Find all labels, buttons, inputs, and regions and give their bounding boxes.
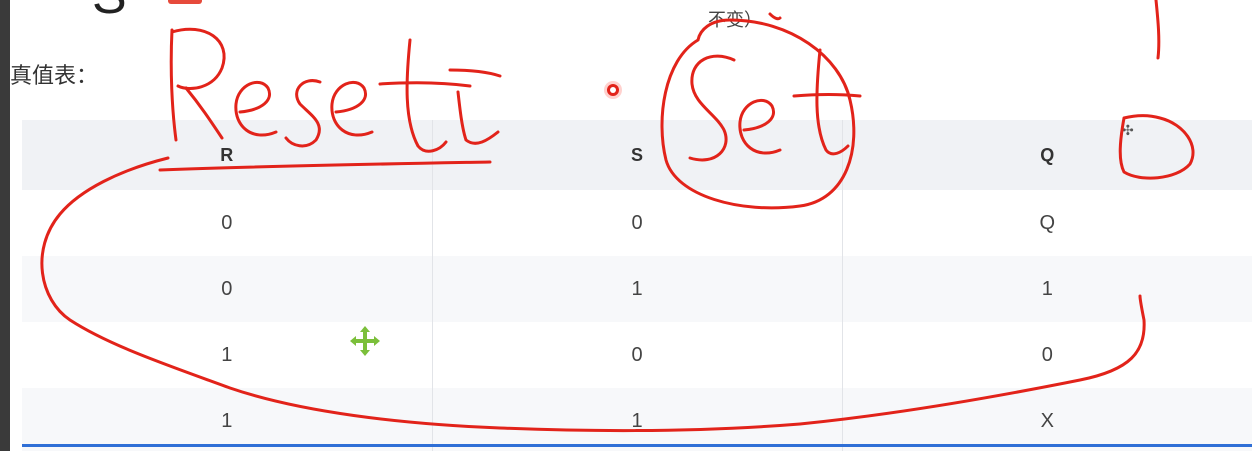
column-header-q: Q [1040,144,1055,165]
table-row: 0 1 1 [22,256,1252,322]
move-arrows-icon [348,324,382,358]
left-window-edge [0,0,10,451]
header-letter: S [92,0,127,26]
record-dot-icon [603,80,623,100]
table-cell: 1 [22,388,433,451]
table-row: 1 0 0 [22,322,1252,388]
table-cell: 0 [432,322,843,388]
table-row: 0 0 Q [22,190,1252,256]
table-cell: 0 [22,190,433,256]
column-header-r: R [22,120,433,190]
note-tick-annotation [768,12,782,21]
red-tab-marker [168,0,202,4]
column-header-s: S [432,120,843,190]
unchanged-note: 不变） [708,10,762,30]
table-header-row: R S Q [22,120,1252,190]
truth-table: R S Q 0 0 Q 0 1 1 1 0 0 1 1 X [22,120,1252,451]
table-row: 1 1 X [22,388,1252,451]
table-cell: 0 [22,256,433,322]
truth-table-label: 真值表： [10,63,99,88]
small-glyph-icon: ✣ [1122,122,1134,138]
table-cell: X [1040,409,1054,432]
truth-table-container: R S Q 0 0 Q 0 1 1 1 0 0 1 1 X [22,120,1252,451]
table-cell: 1 [432,388,843,451]
table-cell: 0 [1041,343,1053,366]
table-cell: 1 [432,256,843,322]
table-cell: 0 [432,190,843,256]
screen: S 不变） 真值表： R S Q 0 0 Q 0 1 [0,0,1256,451]
vertical-stroke-annotation [1154,0,1161,60]
table-bottom-edge [22,444,1252,447]
table-cell: Q [1039,211,1056,234]
table-cell: 1 [1041,277,1053,300]
